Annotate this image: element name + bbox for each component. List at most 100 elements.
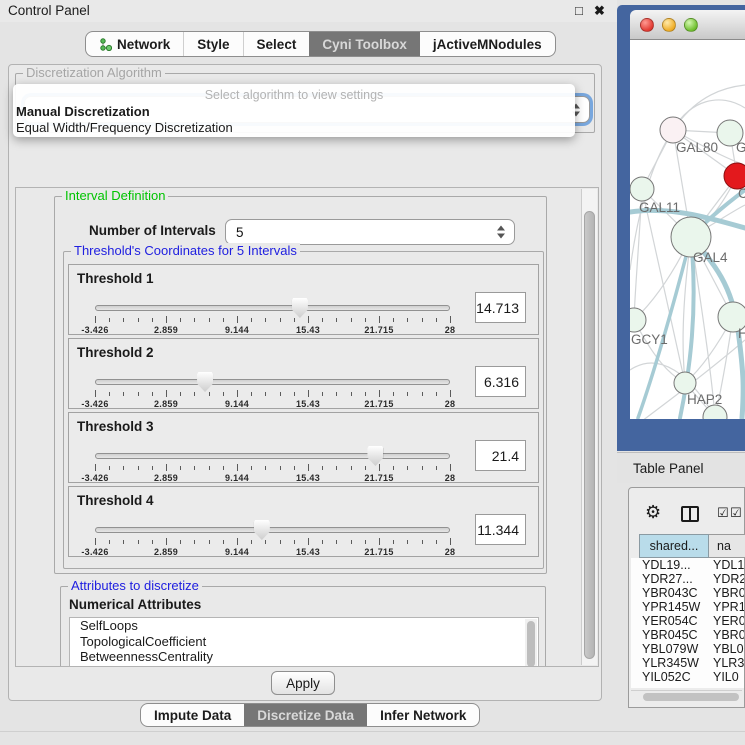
table-row[interactable]: YBR045CYBR0 xyxy=(631,628,744,642)
table-row[interactable]: YLR345WYLR3 xyxy=(631,656,744,670)
attribute-item[interactable]: TopologicalCoefficient xyxy=(70,634,538,650)
threshold-value-field[interactable]: 21.4 xyxy=(475,440,526,471)
mac-zoom-icon[interactable] xyxy=(684,18,698,32)
threshold-slider-thumb[interactable] xyxy=(367,446,383,466)
minor-tick xyxy=(322,318,323,322)
interval-definition-title: Interval Definition xyxy=(62,188,168,203)
cell-name[interactable]: YDR2 xyxy=(713,572,744,586)
threshold-value-field[interactable]: 6.316 xyxy=(475,366,526,397)
cell-name[interactable]: YER0 xyxy=(713,614,744,628)
table-row[interactable]: YER054CYER0 xyxy=(631,614,744,628)
major-tick xyxy=(308,538,309,545)
threshold-value-field[interactable]: 14.713 xyxy=(475,292,526,323)
tab-style[interactable]: Style xyxy=(183,32,242,56)
tab-impute-data[interactable]: Impute Data xyxy=(141,704,244,726)
mac-minimize-icon[interactable] xyxy=(662,18,676,32)
table-row[interactable]: YBL079WYBL0 xyxy=(631,642,744,656)
table-horizontal-scrollbar[interactable] xyxy=(631,690,742,702)
tab-select[interactable]: Select xyxy=(243,32,310,56)
attribute-item[interactable]: BetweennessCentrality xyxy=(70,649,538,665)
float-window-icon[interactable]: □ xyxy=(575,3,583,18)
checkbox-checked-icon[interactable]: ☑ xyxy=(717,507,729,520)
attribute-item[interactable]: SelfLoops xyxy=(70,618,538,634)
cyni-mode-tabbar: Impute DataDiscretize DataInfer Network xyxy=(140,703,480,727)
network-node-hap2[interactable] xyxy=(674,372,696,394)
columns-icon[interactable] xyxy=(681,506,699,522)
cell-name[interactable]: YBR0 xyxy=(713,586,744,600)
minor-tick xyxy=(365,540,366,544)
settings-vertical-scrollbar[interactable] xyxy=(581,189,597,665)
cell-shared-name[interactable]: YDL19... xyxy=(631,558,713,572)
tab-jactivemnodules[interactable]: jActiveMNodules xyxy=(420,32,555,56)
settings-scroll-panel: Interval Definition Number of Intervals … xyxy=(15,187,599,667)
tick-label: 28 xyxy=(445,547,456,557)
apply-button[interactable]: Apply xyxy=(271,671,335,695)
cell-shared-name[interactable]: YBR045C xyxy=(631,628,713,642)
minor-tick xyxy=(393,392,394,396)
cell-name[interactable]: YBL0 xyxy=(713,642,744,656)
cell-name[interactable]: YIL0 xyxy=(713,670,744,684)
tick-label: 28 xyxy=(445,399,456,409)
number-of-intervals-combobox[interactable]: 5 xyxy=(225,219,515,245)
tick-label: -3.426 xyxy=(81,473,108,483)
minor-tick xyxy=(180,466,181,470)
cell-shared-name[interactable]: YER054C xyxy=(631,614,713,628)
cell-shared-name[interactable]: YBR043C xyxy=(631,586,713,600)
network-node-gal11[interactable] xyxy=(630,177,654,201)
network-node-gcy1[interactable] xyxy=(630,308,646,332)
cell-shared-name[interactable]: YLR345W xyxy=(631,656,713,670)
cell-name[interactable]: YLR3 xyxy=(713,656,744,670)
cell-name[interactable]: YDL1 xyxy=(713,558,744,572)
column-header-shared[interactable]: shared... xyxy=(639,534,709,558)
threshold-slider-track[interactable] xyxy=(95,527,450,533)
major-tick xyxy=(308,464,309,471)
minor-tick xyxy=(407,466,408,470)
threshold-slider-thumb[interactable] xyxy=(292,298,308,318)
attributes-to-discretize-group: Attributes to discretize Numerical Attri… xyxy=(60,586,546,667)
threshold-value-field[interactable]: 11.344 xyxy=(475,514,526,545)
tab-cyni-toolbox[interactable]: Cyni Toolbox xyxy=(309,32,420,56)
tab-infer-network[interactable]: Infer Network xyxy=(367,704,479,726)
minor-tick xyxy=(393,466,394,470)
table-row[interactable]: YBR043CYBR0 xyxy=(631,586,744,600)
attributes-list-scrollbar[interactable] xyxy=(525,619,537,667)
cell-name[interactable]: YPR1 xyxy=(713,600,744,614)
gear-icon[interactable]: ⚙ xyxy=(645,504,661,522)
tab-discretize-data[interactable]: Discretize Data xyxy=(244,704,367,726)
cell-shared-name[interactable]: YIL052C xyxy=(631,670,713,684)
numerical-attributes-label: Numerical Attributes xyxy=(69,597,201,612)
threshold-slider-thumb[interactable] xyxy=(254,520,270,540)
column-header-name[interactable]: na xyxy=(709,534,745,558)
cell-shared-name[interactable]: YBL079W xyxy=(631,642,713,656)
minor-tick xyxy=(194,318,195,322)
major-tick xyxy=(95,390,96,397)
threshold-slider-thumb[interactable] xyxy=(197,372,213,392)
threshold-slider-track[interactable] xyxy=(95,379,450,385)
cell-shared-name[interactable]: YPR145W xyxy=(631,600,713,614)
checkbox-checked-icon[interactable]: ☑ xyxy=(730,507,742,520)
table-row[interactable]: YDR27...YDR2 xyxy=(631,572,744,586)
network-window-titlebar[interactable] xyxy=(630,10,745,40)
cell-shared-name[interactable]: YDR27... xyxy=(631,572,713,586)
threshold-slider-track[interactable] xyxy=(95,305,450,311)
cell-name[interactable]: YBR0 xyxy=(713,628,744,642)
minor-tick xyxy=(436,466,437,470)
scrollbar-thumb[interactable] xyxy=(643,693,739,701)
close-icon[interactable]: ✖ xyxy=(594,3,605,19)
scrollbar-thumb[interactable] xyxy=(584,211,595,659)
minor-tick xyxy=(251,318,252,322)
network-canvas[interactable]: GAL80GACGAL11GAL4HGCY1HAP2 xyxy=(630,40,745,419)
popup-item-manual-discretization[interactable]: Manual Discretization xyxy=(16,104,572,119)
major-tick xyxy=(237,538,238,545)
popup-item-equal-width-frequency[interactable]: Equal Width/Frequency Discretization xyxy=(16,120,572,135)
threshold-slider-track[interactable] xyxy=(95,453,450,459)
table-row[interactable]: YIL052CYIL0 xyxy=(631,670,744,684)
algorithm-dropdown-popup: Select algorithm to view settings Manual… xyxy=(13,84,575,137)
mac-close-icon[interactable] xyxy=(640,18,654,32)
minor-tick xyxy=(322,466,323,470)
numerical-attributes-list[interactable]: SelfLoopsTopologicalCoefficientBetweenne… xyxy=(69,617,539,667)
table-row[interactable]: YDL19...YDL1 xyxy=(631,558,744,572)
tab-network[interactable]: Network xyxy=(86,32,183,56)
table-row[interactable]: YPR145WYPR1 xyxy=(631,600,744,614)
major-tick xyxy=(379,390,380,397)
